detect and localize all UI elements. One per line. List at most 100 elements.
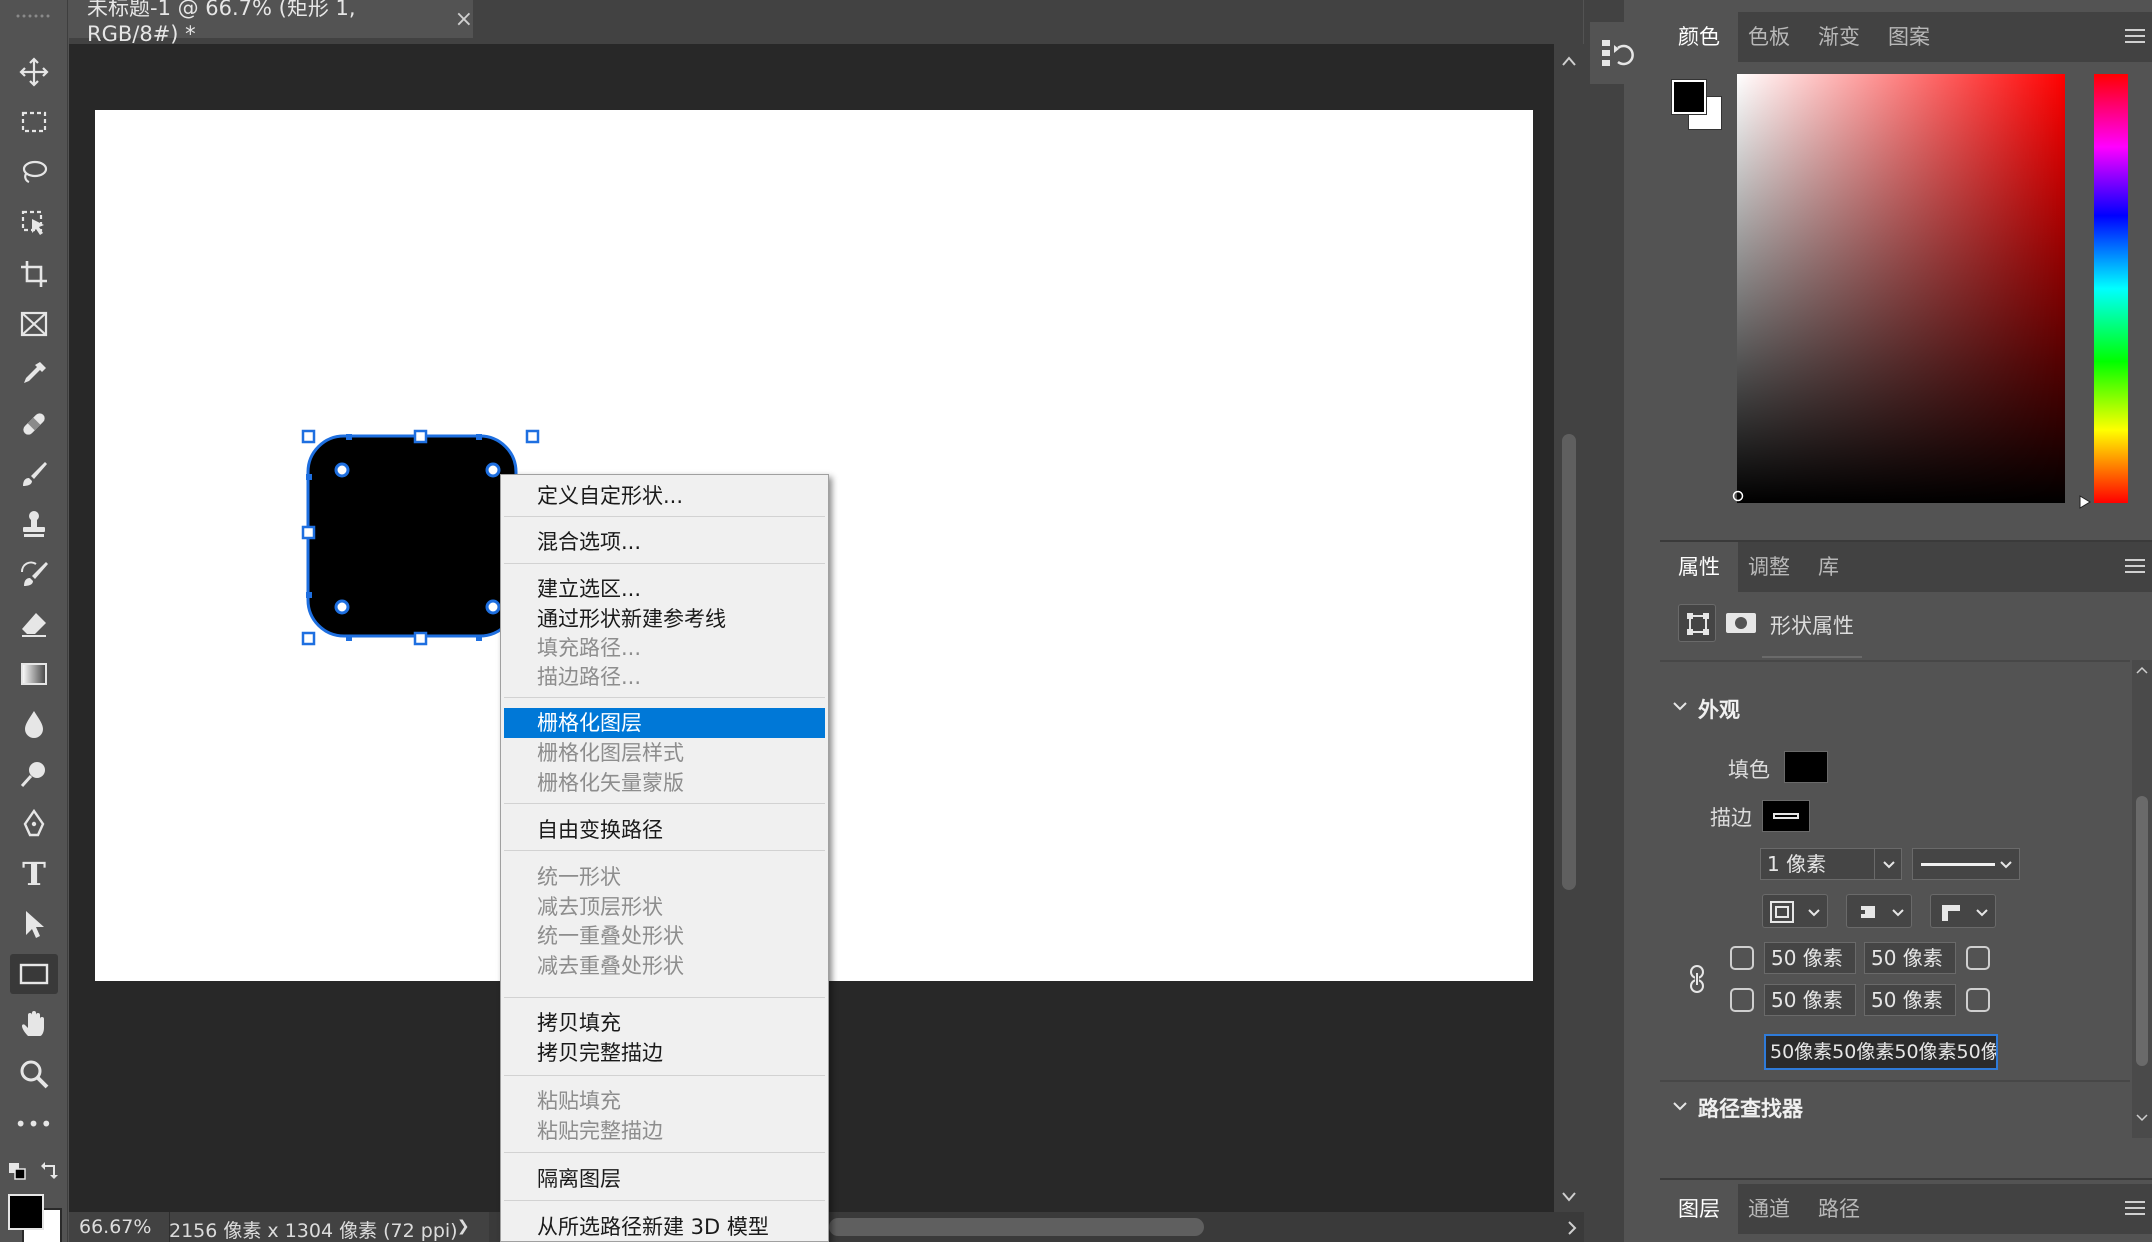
stamp-tool[interactable] [10,504,58,544]
swap-colors-icon[interactable] [40,1160,60,1180]
eyedropper-tool[interactable] [10,354,58,394]
gradient-tool[interactable] [10,654,58,694]
menu-item-free-transform-path[interactable]: 自由变换路径 [504,815,825,845]
menu-item-fill-path[interactable]: 填充路径... [504,633,825,663]
menu-item-rasterize-layer[interactable]: 栅格化图层 [504,708,825,738]
hand-tool[interactable] [10,1004,58,1044]
menu-item-subtract-front-shape[interactable]: 减去顶层形状 [504,892,825,922]
blur-tool[interactable] [10,704,58,744]
tab-color[interactable]: 颜色 [1660,12,1738,62]
tab-patterns[interactable]: 图案 [1870,12,1948,62]
path-select-tool[interactable] [10,904,58,944]
corner-top-right-input[interactable]: 50 像素 [1864,942,1956,974]
menu-item-unite-shapes[interactable]: 统一形状 [504,862,825,892]
color-picker-cursor[interactable] [1732,490,1744,502]
properties-scrollbar-thumb[interactable] [2136,796,2148,1066]
history-panel-button[interactable] [1590,22,1646,84]
transform-properties-button[interactable] [1678,604,1716,642]
tab-libraries[interactable]: 库 [1800,542,1857,592]
chevron-down-icon[interactable] [1672,1100,1688,1112]
default-colors-icon[interactable] [8,1162,26,1180]
properties-scrollbar[interactable] [2132,660,2152,1138]
foreground-color-swatch[interactable] [8,1194,44,1230]
type-tool[interactable]: T [10,854,58,894]
menu-item-new-3d-from-path[interactable]: 从所选路径新建 3D 模型 [504,1212,825,1242]
stroke-corner-icon [1942,905,1960,921]
corner-top-left-input[interactable]: 50 像素 [1764,942,1856,974]
eyedropper-icon [24,362,46,383]
history-brush-tool[interactable] [10,554,58,594]
menu-item-blending-options[interactable]: 混合选项... [504,527,825,557]
crop-tool[interactable] [10,254,58,294]
stroke-cap-dropdown[interactable] [1846,894,1912,928]
eraser-tool[interactable] [10,604,58,644]
stroke-color-swatch[interactable] [1762,800,1810,832]
chevron-down-icon[interactable] [1672,700,1688,712]
tab-layers[interactable]: 图层 [1660,1184,1738,1234]
menu-item-new-guides-from-shape[interactable]: 通过形状新建参考线 [504,604,825,634]
hue-slider[interactable] [2094,74,2128,503]
pen-icon [23,808,45,837]
panel-menu-icon[interactable] [2124,556,2146,576]
tab-gradients[interactable]: 渐变 [1800,12,1878,62]
zoom-level[interactable]: 66.67% [79,1216,151,1238]
menu-item-make-selection[interactable]: 建立选区... [504,574,825,604]
corner-radius-combined-input[interactable]: 50像素50像素50像素50像素 [1764,1034,1998,1070]
menu-item-rasterize-layer-style[interactable]: 栅格化图层样式 [504,738,825,768]
menu-item-paste-complete-stroke[interactable]: 粘贴完整描边 [504,1116,825,1146]
menu-item-copy-complete-stroke[interactable]: 拷贝完整描边 [504,1038,825,1068]
menu-item-isolate-layers[interactable]: 隔离图层 [504,1164,825,1194]
horizontal-scrollbar-thumb[interactable] [829,1218,1204,1236]
more-tools[interactable]: ••• [10,1104,58,1144]
corner-bottom-right-input[interactable]: 50 像素 [1864,984,1956,1016]
menu-item-copy-fill[interactable]: 拷贝填充 [504,1008,825,1038]
tab-properties[interactable]: 属性 [1660,542,1738,592]
zoom-tool[interactable] [10,1054,58,1094]
lasso-tool[interactable] [10,152,58,192]
menu-item-define-custom-shape[interactable]: 定义自定形状... [504,481,825,511]
chevron-down-icon [1808,909,1820,917]
object-select-tool[interactable] [10,203,58,243]
healing-tool[interactable] [10,404,58,444]
toolbar-grip[interactable] [14,4,54,18]
menu-separator [504,1152,825,1153]
vertical-scrollbar-thumb[interactable] [1562,434,1576,890]
document-tab[interactable]: 未标题-1 @ 66.7% (矩形 1, RGB/8#) * × [69,0,473,46]
status-menu-arrow[interactable]: ❯ [457,1217,470,1235]
tab-adjustments[interactable]: 调整 [1730,542,1808,592]
appearance-section-title[interactable]: 外观 [1698,694,1740,724]
link-icon[interactable] [1686,964,1708,994]
tab-paths[interactable]: 路径 [1800,1184,1878,1234]
menu-item-unite-at-overlap[interactable]: 统一重叠处形状 [504,921,825,951]
pen-tool[interactable] [10,804,58,844]
panel-menu-icon[interactable] [2124,26,2146,46]
stroke-align-dropdown[interactable] [1762,894,1828,928]
stroke-width-dropdown[interactable] [1874,848,1902,880]
panel-foreground-swatch[interactable] [1671,79,1707,115]
move-tool[interactable] [10,52,58,92]
dodge-tool[interactable] [10,754,58,794]
menu-item-subtract-at-overlap[interactable]: 减去重叠处形状 [504,951,825,981]
menu-item-paste-fill[interactable]: 粘贴填充 [504,1086,825,1116]
pathfinder-section-title[interactable]: 路径查找器 [1698,1093,1803,1123]
dock-grip[interactable] [1596,14,1636,28]
hue-slider-handle[interactable] [2078,494,2092,510]
corner-bottom-left-input[interactable]: 50 像素 [1764,984,1856,1016]
menu-separator [504,1075,825,1076]
rectangle-tool[interactable] [10,954,58,994]
chevron-down-icon [1883,861,1895,869]
brush-tool[interactable] [10,454,58,494]
panel-menu-icon[interactable] [2124,1198,2146,1218]
stroke-style-dropdown[interactable] [1912,848,2020,880]
menu-item-stroke-path[interactable]: 描边路径... [504,662,825,692]
menu-item-rasterize-vector-mask[interactable]: 栅格化矢量蒙版 [504,768,825,798]
fill-color-swatch[interactable] [1784,751,1828,783]
marquee-tool[interactable] [10,102,58,142]
frame-tool[interactable] [10,304,58,344]
tab-channels[interactable]: 通道 [1730,1184,1808,1234]
color-spectrum-field[interactable] [1737,74,2065,503]
stroke-corner-dropdown[interactable] [1930,894,1996,928]
close-icon[interactable]: × [455,7,473,32]
mask-properties-button[interactable] [1722,604,1760,642]
tab-swatches[interactable]: 色板 [1730,12,1808,62]
